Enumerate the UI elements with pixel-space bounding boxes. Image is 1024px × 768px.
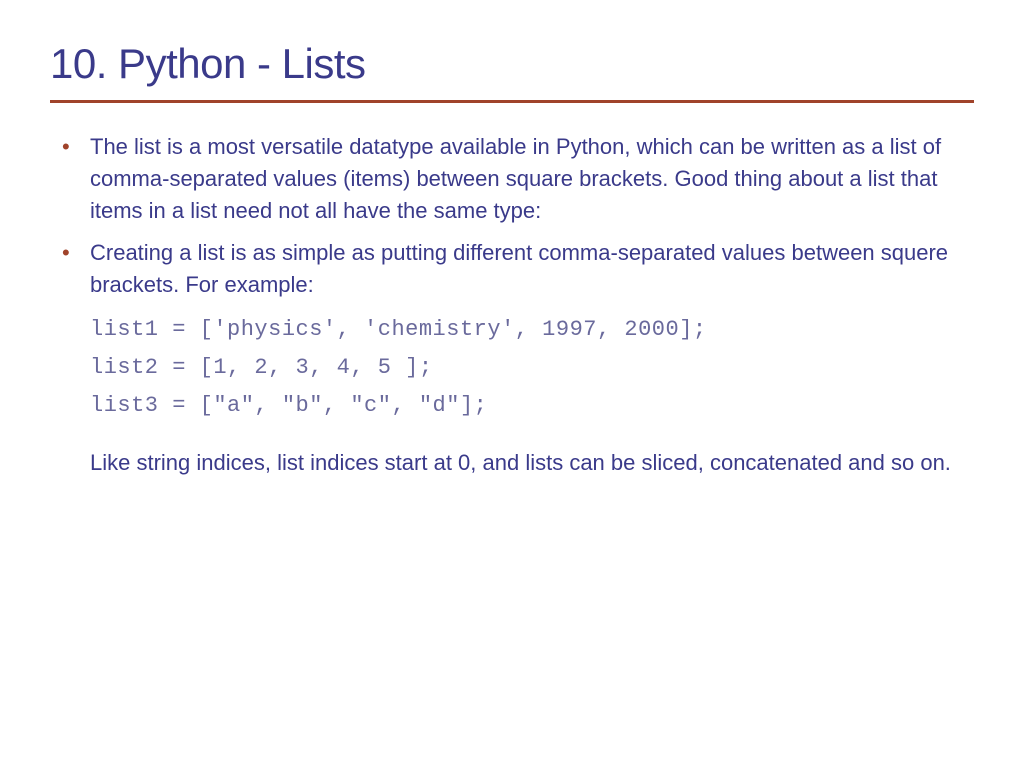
bullet-item: • Creating a list is as simple as puttin… bbox=[62, 237, 974, 301]
code-line: list3 = ["a", "b", "c", "d"]; bbox=[62, 387, 974, 425]
bullet-marker: • bbox=[62, 237, 90, 269]
bullet-item: • The list is a most versatile datatype … bbox=[62, 131, 974, 227]
slide-content: • The list is a most versatile datatype … bbox=[50, 131, 974, 479]
footer-paragraph: Like string indices, list indices start … bbox=[62, 447, 974, 479]
code-line: list1 = ['physics', 'chemistry', 1997, 2… bbox=[62, 311, 974, 349]
bullet-marker: • bbox=[62, 131, 90, 163]
bullet-text: Creating a list is as simple as putting … bbox=[90, 237, 974, 301]
title-divider bbox=[50, 100, 974, 103]
slide-title: 10. Python - Lists bbox=[50, 40, 974, 88]
code-line: list2 = [1, 2, 3, 4, 5 ]; bbox=[62, 349, 974, 387]
code-block: list1 = ['physics', 'chemistry', 1997, 2… bbox=[62, 311, 974, 425]
bullet-text: The list is a most versatile datatype av… bbox=[90, 131, 974, 227]
